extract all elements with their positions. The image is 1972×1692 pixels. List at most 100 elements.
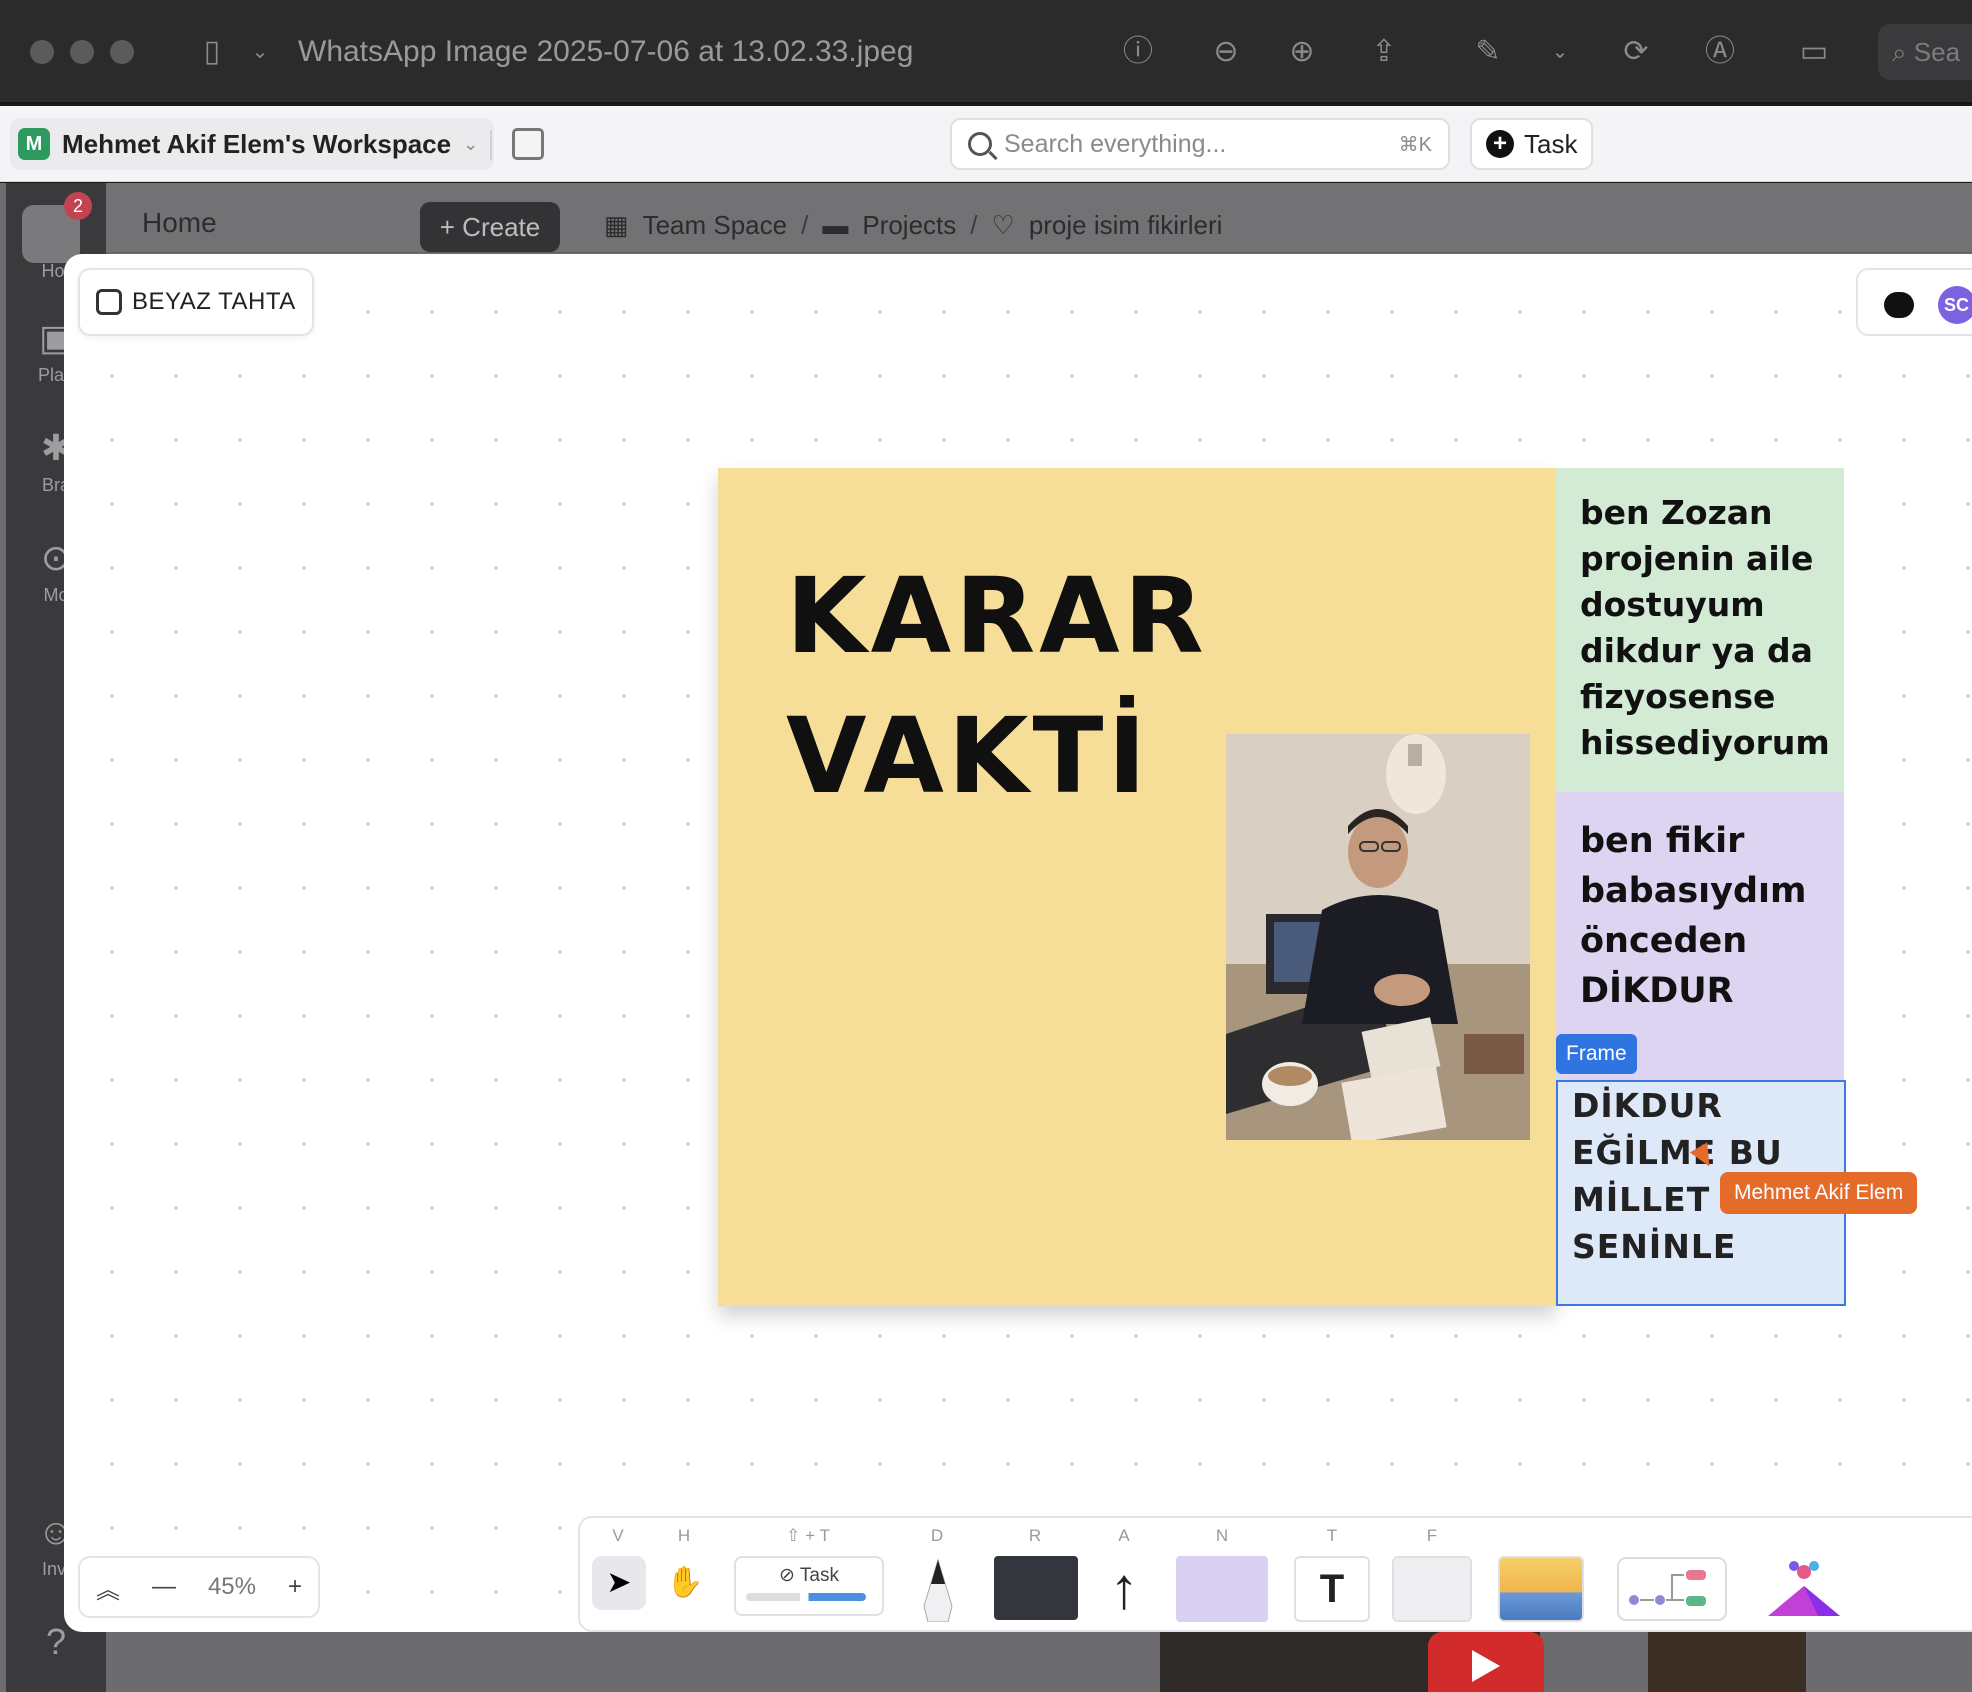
tool-key: H [677, 1526, 691, 1545]
ai-sparkle-icon [1768, 1561, 1840, 1616]
task-card-bar [746, 1593, 866, 1601]
tool-draw[interactable]: D [906, 1526, 968, 1622]
plus-circle-icon: + [1486, 130, 1514, 158]
collapse-icon[interactable]: ︽ [96, 1570, 120, 1605]
whiteboard-canvas[interactable]: BEYAZ TAHTA SC KARAR VAKTİ ben Zozan pro… [64, 254, 1972, 1632]
zoom-level: 45% [207, 1573, 256, 1600]
tool-rectangle[interactable]: R [990, 1526, 1080, 1620]
tool-text[interactable]: T T [1292, 1526, 1372, 1622]
whiteboard-title: BEYAZ TAHTA [132, 288, 296, 315]
search-placeholder: Search everything... [1004, 129, 1227, 158]
search-icon [968, 132, 992, 156]
annotate-icon[interactable]: Ⓐ [1698, 30, 1742, 74]
breadcrumb-current[interactable]: proje isim fikirleri [1029, 210, 1223, 241]
new-task-button[interactable]: + Task [1470, 118, 1594, 170]
zoom-out-button[interactable]: — [152, 1573, 176, 1601]
yellow-frame[interactable]: KARAR VAKTİ [718, 468, 1556, 1306]
zoom-control: ︽ — 45% + [78, 1556, 320, 1618]
tool-arrow[interactable]: A ↑ [1094, 1526, 1154, 1621]
search-shortcut: ⌘K [1398, 133, 1432, 156]
window-titlebar: ▯ ⌄ WhatsApp Image 2025-07-06 at 13.02.3… [0, 0, 1972, 104]
task-card-label: Task [799, 1565, 839, 1586]
frame-label[interactable]: Frame [1556, 1034, 1637, 1074]
tool-key: T [1326, 1526, 1338, 1545]
markup-pen-icon[interactable]: ✎ [1466, 30, 1510, 74]
tool-ai[interactable] [1752, 1526, 1852, 1616]
sticky-note-green[interactable]: ben Zozan projenin aile dostuyum dikdur … [1556, 468, 1844, 792]
breadcrumb-projects[interactable]: Projects [862, 210, 956, 241]
chevron-down-icon: ⌄ [463, 133, 479, 154]
tool-select[interactable]: V ➤ [588, 1526, 648, 1610]
breadcrumb-separator: / [970, 210, 978, 240]
window-title: WhatsApp Image 2025-07-06 at 13.02.33.jp… [298, 35, 914, 68]
app-top-bar: M Mehmet Akif Elem's Workspace ⌄ Search … [0, 106, 1972, 182]
collaboration-panel: SC [1856, 268, 1972, 336]
background-thumbnail [1648, 1632, 1806, 1692]
workspace-name: Mehmet Akif Elem's Workspace [62, 128, 452, 159]
window-search-label: Sea [1913, 37, 1961, 67]
breadcrumb-team-space[interactable]: Team Space [643, 210, 788, 241]
task-card-preview: ⊘ Task [734, 1556, 884, 1616]
tool-key: V [612, 1526, 624, 1545]
image-icon [1498, 1556, 1584, 1622]
window-search-field[interactable]: ⌕ Sea [1878, 24, 1972, 80]
team-space-icon: ▦ [604, 210, 629, 240]
rectangle-icon [994, 1556, 1078, 1620]
zoom-in-icon[interactable]: ⊕ [1280, 30, 1324, 74]
page-title[interactable]: Home [142, 207, 217, 239]
workspace-avatar: M [18, 128, 50, 160]
tool-frame[interactable]: F [1390, 1526, 1474, 1622]
notification-badge: 2 [64, 192, 92, 220]
folder-icon: ▬ [822, 210, 849, 240]
zoom-in-button[interactable]: + [288, 1573, 302, 1601]
comment-icon[interactable] [1884, 292, 1914, 318]
arrow-icon: ↑ [1109, 1556, 1139, 1621]
workspace-switcher[interactable]: M Mehmet Akif Elem's Workspace ⌄ [10, 118, 495, 170]
rotate-icon[interactable]: ⟳ [1614, 30, 1658, 74]
play-button-icon [1428, 1632, 1544, 1692]
text-icon: T [1294, 1556, 1370, 1622]
frame-icon [1392, 1556, 1472, 1622]
chevron-down-icon[interactable]: ⌄ [238, 30, 282, 74]
heading-line-2: VAKTİ [786, 695, 1151, 817]
whiteboard-icon [96, 289, 122, 315]
tool-key: R [1028, 1526, 1042, 1545]
whiteboard-toolbar: V ➤ H ✋ ⇧ + T ⊘ Task D R A ↑ N T T F [578, 1516, 1972, 1632]
close-window-button[interactable] [30, 40, 54, 64]
sticky-note-icon [1176, 1556, 1268, 1622]
tool-key: A [1118, 1526, 1130, 1545]
avatar[interactable]: SC [1938, 286, 1972, 324]
zoom-window-button[interactable] [110, 40, 134, 64]
sidebar-toggle-icon[interactable]: ▯ [190, 30, 234, 74]
minimize-window-button[interactable] [70, 40, 94, 64]
cursor-icon: ➤ [592, 1556, 646, 1610]
info-icon[interactable]: ⓘ [1116, 30, 1160, 74]
create-button[interactable]: + Create [420, 202, 560, 252]
tool-hand[interactable]: H ✋ [654, 1526, 714, 1599]
collaborator-cursor-label: Mehmet Akif Elem [1720, 1172, 1918, 1214]
breadcrumb: ▦ Team Space / ▬ Projects / ♡ proje isim… [604, 210, 1222, 241]
zoom-out-icon[interactable]: ⊖ [1204, 30, 1248, 74]
photo-illustration [1226, 734, 1530, 1140]
tool-key: D [930, 1526, 944, 1545]
heading-line-1: KARAR [786, 555, 1208, 677]
pen-icon [923, 1558, 953, 1622]
hand-icon: ✋ [666, 1566, 704, 1599]
chevron-down-icon[interactable]: ⌄ [1538, 30, 1582, 74]
frame-heading[interactable]: KARAR VAKTİ [786, 546, 1208, 826]
calendar-icon[interactable] [512, 128, 544, 160]
tool-sticky-note[interactable]: N [1172, 1526, 1272, 1622]
global-search-input[interactable]: Search everything... ⌘K [950, 118, 1450, 170]
tool-key: N [1215, 1526, 1229, 1545]
tool-image[interactable] [1496, 1526, 1588, 1622]
person-photo[interactable] [1226, 734, 1530, 1140]
new-task-label: Task [1524, 128, 1578, 159]
whiteboard-title-chip[interactable]: BEYAZ TAHTA [78, 268, 314, 336]
tool-templates[interactable] [1614, 1526, 1730, 1621]
divider [490, 130, 492, 160]
signature-icon[interactable]: ▭ [1792, 30, 1836, 74]
breadcrumb-separator: / [801, 210, 809, 240]
whiteboard-icon: ♡ [991, 210, 1015, 240]
tool-task[interactable]: ⇧ + T ⊘ Task [728, 1526, 888, 1616]
share-icon[interactable]: ⇪ [1362, 30, 1406, 74]
